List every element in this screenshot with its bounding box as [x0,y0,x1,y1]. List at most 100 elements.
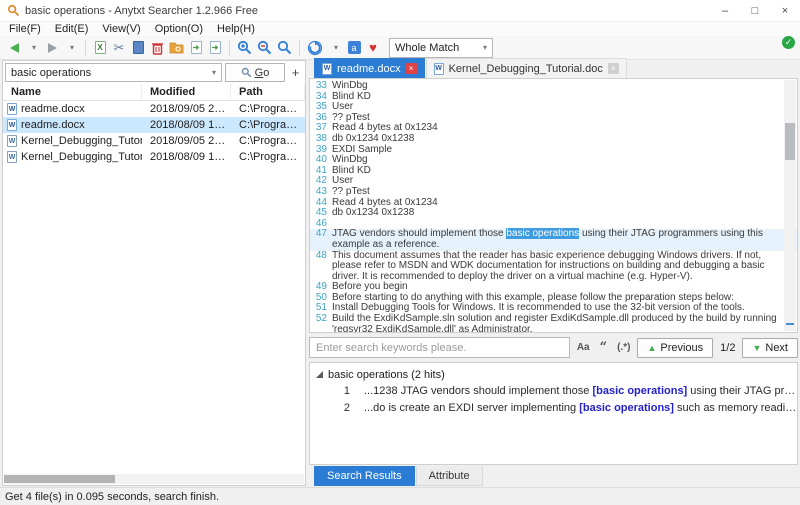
previous-button[interactable]: ▲ Previous [637,338,713,358]
horizontal-scrollbar[interactable] [4,474,304,484]
tab-attribute[interactable]: Attribute [416,466,483,486]
line-number: 33 [310,81,332,92]
match-mode-value: Whole Match [395,42,481,54]
line-number: 43 [310,187,332,198]
match-mode-select[interactable]: Whole Match ▾ [389,38,493,58]
line-text: This document assumes that the reader ha… [332,251,797,283]
column-header-path[interactable]: Path [231,84,305,100]
search-results-panel: basic operations (2 hits) 1...1238 JTAG … [309,362,798,465]
result-text: ...do is create an EXDI server implement… [364,402,797,414]
scrollbar-thumb[interactable] [785,123,795,161]
open-folder-button[interactable] [167,38,186,58]
scrollbar-thumb[interactable] [4,475,115,483]
main-area: basic operations ▾ Go + NameModifiedPath… [0,58,800,487]
go-button[interactable]: Go [225,63,285,82]
file-name: readme.docx [21,119,85,131]
back-icon [10,43,19,53]
search-query: basic operations [11,67,210,79]
maximize-button[interactable]: □ [740,0,770,21]
doc-line: 34Blind KD [310,92,797,103]
line-text: WinDbg [332,155,797,166]
close-icon[interactable]: × [608,63,619,74]
status-text: Get 4 file(s) in 0.095 seconds, search f… [5,491,219,503]
import-document-button[interactable]: ➜ [206,38,224,58]
export-excel-button[interactable]: X [91,38,109,58]
close-icon[interactable]: × [406,63,417,74]
doc-line: 43?? pTest [310,187,797,198]
result-pre: ...1238 JTAG vendors should implement th… [364,385,592,397]
go-label: Go [255,67,270,79]
vertical-scrollbar[interactable] [784,80,796,331]
result-item[interactable]: 2 ...do is create an EXDI server implemen… [310,399,797,416]
next-button[interactable]: ▼ Next [742,338,798,358]
result-number: 2 [310,402,350,414]
zoom-out-button[interactable] [255,38,274,58]
bottom-tab-bar: Search ResultsAttribute [309,466,798,486]
document-icon [133,41,144,54]
language-button[interactable]: a [345,38,363,58]
delete-button[interactable] [148,38,166,58]
doc-line: 48This document assumes that the reader … [310,251,797,283]
refresh-button[interactable] [305,38,325,58]
zoom-in-icon [237,40,252,55]
window-title: basic operations - Anytxt Searcher 1.2.9… [25,5,258,17]
language-icon: a [348,41,361,54]
file-row[interactable]: Wreadme.docx2018/08/09 17:44:32C:\Progra… [3,117,305,133]
column-header-modified[interactable]: Modified [142,84,231,100]
file-row[interactable]: WKernel_Debugging_Tutorial...2018/08/09 … [3,149,305,165]
tree-expander-icon[interactable] [316,371,323,378]
copy-button[interactable] [129,38,147,58]
file-row[interactable]: WKernel_Debugging_Tutorial...2018/09/05 … [3,133,305,149]
back-dropdown[interactable]: ▾ [24,38,42,58]
menu-item-help[interactable]: Help(H) [210,23,262,35]
document-tab-bar: Wreadme.docx×WKernel_Debugging_Tutorial.… [309,58,798,78]
menu-item-edit[interactable]: Edit(E) [48,23,96,35]
export-document-button[interactable]: ➜ [187,38,205,58]
donate-button[interactable]: ♥ [364,38,382,58]
close-button[interactable]: × [770,0,800,21]
chevron-down-icon: ▾ [70,43,74,52]
chevron-down-icon: ▾ [483,43,487,52]
regex-button[interactable]: (.*) [614,342,633,353]
add-tab-button[interactable]: + [288,63,303,82]
back-button[interactable] [5,38,23,58]
tab-kernel[interactable]: WKernel_Debugging_Tutorial.doc× [426,58,627,78]
file-path: C:\Program Files (x86)\ [231,151,305,163]
zoom-reset-button[interactable] [275,38,294,58]
zoom-in-button[interactable] [235,38,254,58]
minimize-button[interactable]: – [710,0,740,21]
column-header-name[interactable]: Name [3,84,142,100]
tab-readme[interactable]: Wreadme.docx× [314,58,425,78]
file-row[interactable]: Wreadme.docx2018/09/05 20:55:28C:\Progra… [3,101,305,117]
match-case-button[interactable]: Aa [574,342,593,353]
tab-label: readme.docx [337,63,401,75]
search-input[interactable]: basic operations ▾ [5,63,222,82]
excel-icon: X [95,41,106,54]
line-number: 47 [310,229,332,250]
line-text: EXDI Sample [332,145,797,156]
result-item[interactable]: 1...1238 JTAG vendors should implement t… [310,382,797,399]
file-name-cell: WKernel_Debugging_Tutorial... [3,135,142,147]
arrow-down-icon: ▼ [752,343,761,353]
forward-button[interactable] [43,38,61,58]
results-list: 1...1238 JTAG vendors should implement t… [310,382,797,416]
file-modified: 2018/09/05 20:55:26 [142,135,231,147]
whole-word-button[interactable]: “ [597,344,610,352]
previous-label: Previous [660,342,703,354]
document-lines: 33WinDbg34Blind KD35User36?? pTest37Read… [310,81,797,333]
tab-search-results[interactable]: Search Results [314,466,415,486]
menu-item-option[interactable]: Option(O) [148,23,210,35]
result-match: [basic operations] [592,385,687,397]
find-input[interactable] [309,337,570,358]
doc-line: 33WinDbg [310,81,797,92]
result-post: such as memory reading. It is recommende… [674,402,797,414]
refresh-dropdown[interactable]: ▾ [326,38,344,58]
scissors-icon: ✂ [114,40,125,56]
line-text: User [332,102,797,113]
menu-item-file[interactable]: File(F) [2,23,48,35]
word-doc-icon: W [7,135,17,147]
results-group-header[interactable]: basic operations (2 hits) [310,367,797,382]
forward-dropdown[interactable]: ▾ [62,38,80,58]
menu-item-view[interactable]: View(V) [95,23,147,35]
cut-button[interactable]: ✂ [110,38,128,58]
